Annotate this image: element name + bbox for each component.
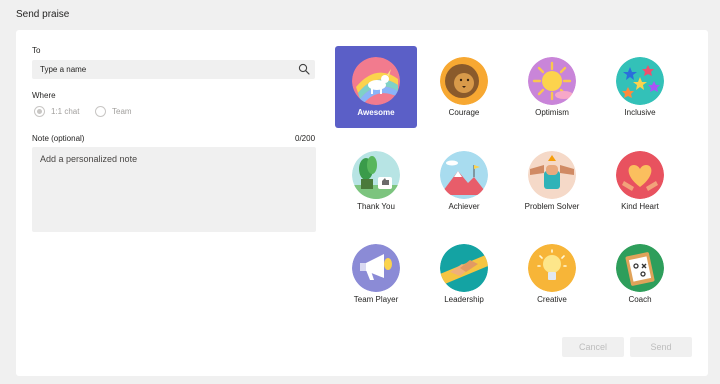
unicorn-rainbow-icon [352,57,400,105]
where-label: Where [32,91,56,100]
badge-awesome[interactable]: Awesome [335,46,417,128]
mountain-flag-icon [440,151,488,199]
note-placeholder: Add a personalized note [40,154,138,164]
badge-inclusive-label: Inclusive [624,108,656,117]
clipboard-icon [616,244,664,292]
badge-problem-solver-label: Problem Solver [524,202,580,211]
badge-creative[interactable]: Creative [511,233,593,315]
page-header-title: Send praise [16,9,70,20]
badge-achiever[interactable]: Achiever [423,140,505,222]
badge-optimism-label: Optimism [535,108,569,117]
fist-icon [528,151,576,199]
to-label: To [32,46,41,55]
send-button[interactable]: Send [630,337,692,357]
badge-kind-heart-label: Kind Heart [621,202,659,211]
radio-chat[interactable] [34,105,45,117]
badge-thank-you-label: Thank You [357,202,395,211]
note-textarea[interactable]: Add a personalized note [32,147,316,232]
radio-team[interactable] [95,105,106,117]
plant-thumbs-up-icon [352,151,400,199]
badge-coach[interactable]: Coach [599,233,681,315]
to-input-placeholder: Type a name [40,65,87,74]
note-counter: 0/200 [295,134,316,143]
search-icon[interactable] [298,63,310,75]
badge-creative-label: Creative [537,295,567,304]
lightbulb-icon [528,244,576,292]
badge-courage[interactable]: Courage [423,46,505,128]
badge-optimism[interactable]: Optimism [511,46,593,128]
cancel-button[interactable]: Cancel [562,337,624,357]
where-option-team-label: Team [112,106,132,116]
note-label: Note (optional) [32,134,85,143]
badge-kind-heart[interactable]: Kind Heart [599,140,681,222]
badge-team-player[interactable]: Team Player [335,233,417,315]
where-option-chat-label: 1:1 chat [51,106,80,116]
badge-inclusive[interactable]: Inclusive [599,46,681,128]
where-option-chat[interactable]: 1:1 chat [34,104,79,118]
to-input[interactable]: Type a name [32,60,315,79]
heart-hands-icon [616,151,664,199]
badge-problem-solver[interactable]: Problem Solver [511,140,593,222]
where-option-team[interactable]: Team [95,104,132,118]
badge-awesome-label: Awesome [357,108,395,117]
badge-achiever-label: Achiever [448,202,480,211]
sun-icon [528,57,576,105]
badge-leadership-label: Leadership [444,295,484,304]
megaphone-icon [352,244,400,292]
handshake-icon [440,244,488,292]
badge-team-player-label: Team Player [353,295,399,304]
badge-coach-label: Coach [628,295,652,304]
badge-courage-label: Courage [448,108,480,117]
badge-thank-you[interactable]: Thank You [335,140,417,222]
badge-leadership[interactable]: Leadership [423,233,505,315]
stars-icon [616,57,664,105]
lion-icon [440,57,488,105]
